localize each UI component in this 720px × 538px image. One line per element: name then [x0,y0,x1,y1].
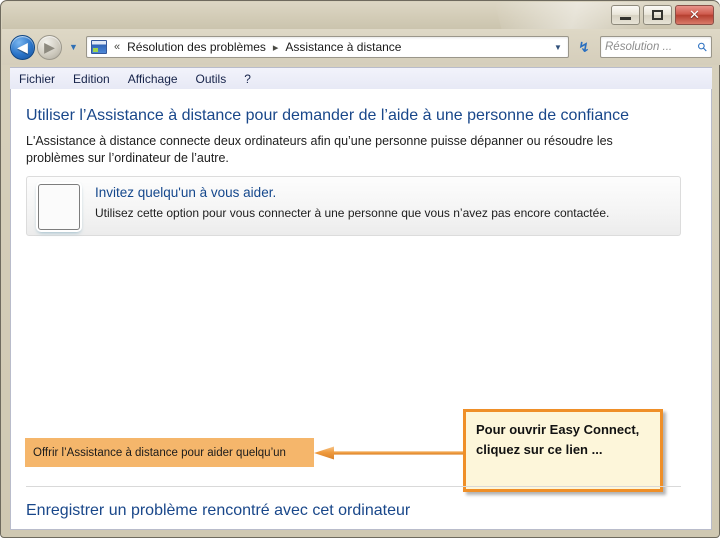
close-button[interactable]: ✕ [675,5,714,25]
minimize-icon [620,16,631,20]
callout-text: Pour ouvrir Easy Connect, cliquez sur ce… [476,422,640,457]
address-bar[interactable]: « Résolution des problèmes ▸ Assistance … [86,36,569,58]
section-title-record-problem: Enregistrer un problème rencontré avec c… [26,502,411,519]
breadcrumb-item-remote-assistance[interactable]: Assistance à distance [282,38,404,56]
offer-assistance-link[interactable]: Offrir l’Assistance à distance pour aide… [25,438,314,467]
title-bar: ✕ [2,2,720,29]
intro-paragraph: L'Assistance à distance connecte deux or… [26,134,613,165]
menu-bar: Fichier Edition Affichage Outils ? [10,67,712,89]
page-title: Utiliser l’Assistance à distance pour de… [26,107,630,124]
breadcrumb-separator-icon: ▸ [272,41,279,54]
menu-item-affichage[interactable]: Affichage [119,69,187,89]
forward-arrow-icon: ▶ [44,39,55,55]
section-divider [26,486,681,487]
breadcrumb-overflow-icon[interactable]: « [114,41,120,53]
invite-option-description: Utilisez cette option pour vous connecte… [95,206,610,220]
forward-button[interactable]: ▶ [37,34,62,60]
blank-document-icon [38,184,80,230]
minimize-button[interactable] [611,5,640,25]
callout-arrow-icon [314,446,464,460]
troubleshooting-icon [91,40,107,54]
address-history-chevron-icon[interactable]: ▼ [550,43,566,52]
menu-item-fichier[interactable]: Fichier [10,69,64,89]
breadcrumb-item-troubleshooting[interactable]: Résolution des problèmes [124,38,269,56]
refresh-button[interactable]: ↯ [572,35,596,59]
refresh-icon: ↯ [578,38,590,55]
search-input[interactable]: Résolution ... ⚲ [600,36,712,58]
offer-assistance-label: Offrir l’Assistance à distance pour aide… [33,446,286,459]
search-placeholder: Résolution ... [605,41,673,53]
callout-box: Pour ouvrir Easy Connect, cliquez sur ce… [463,409,663,492]
invite-someone-option[interactable]: Invitez quelqu'un à vous aider. Utilisez… [26,176,681,236]
content-pane: Utiliser l’Assistance à distance pour de… [10,89,712,530]
menu-item-help[interactable]: ? [235,69,260,89]
maximize-icon [652,10,663,20]
recent-pages-dropdown-button[interactable]: ▼ [67,41,80,54]
navigation-bar: ◀ ▶ ▼ « Résolution des problèmes ▸ Assis… [2,29,720,65]
menu-item-outils[interactable]: Outils [187,69,236,89]
close-icon: ✕ [689,7,700,22]
menu-item-edition[interactable]: Edition [64,69,119,89]
back-button[interactable]: ◀ [10,34,35,60]
maximize-button[interactable] [643,5,672,25]
chevron-down-icon: ▼ [69,42,78,52]
caption-button-group: ✕ [611,5,714,25]
invite-option-title[interactable]: Invitez quelqu'un à vous aider. [95,185,276,200]
back-arrow-icon: ◀ [17,39,28,55]
application-window: ✕ ◀ ▶ ▼ « Résolution des problèmes ▸ Ass… [0,0,720,538]
